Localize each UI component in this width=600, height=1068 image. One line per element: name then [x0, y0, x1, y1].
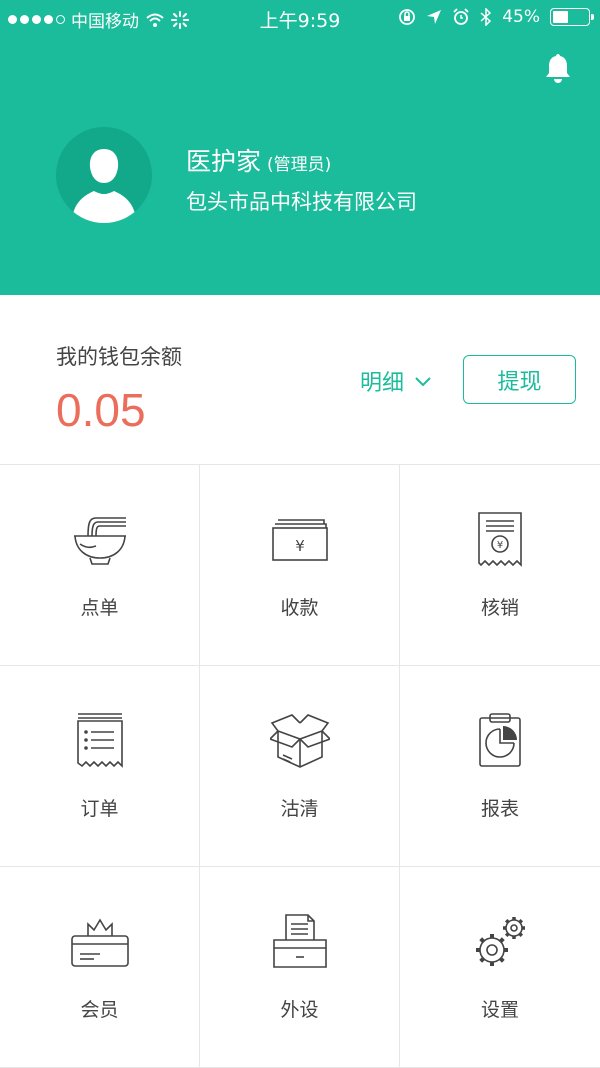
withdraw-button[interactable]: 提现 [463, 355, 576, 404]
chevron-down-icon [415, 377, 431, 387]
status-bar: 中国移动 上午9:59 45% [0, 0, 600, 36]
member-card-icon [71, 918, 129, 967]
menu-item-peripherals[interactable]: 外设 [200, 867, 400, 1068]
user-role: (管理员) [267, 155, 332, 175]
menu-item-label: 报表 [480, 798, 519, 820]
menu-item-sold-out[interactable]: 沽清 [200, 666, 400, 867]
printer-icon [273, 914, 327, 968]
order-list-icon [77, 713, 123, 768]
box-icon [270, 714, 330, 768]
bluetooth-icon [480, 8, 492, 26]
menu-item-label: 点单 [80, 597, 119, 619]
menu-item-order-food[interactable]: 点单 [0, 465, 200, 666]
report-chart-icon [479, 713, 521, 767]
menu-item-label: 会员 [80, 999, 119, 1021]
battery-icon [550, 8, 594, 26]
menu-item-label: 核销 [480, 597, 519, 619]
battery-percent: 45% [502, 7, 540, 27]
svg-text:¥: ¥ [497, 540, 503, 551]
user-name-text: 医护家 [186, 147, 262, 176]
menu-grid: 点单 ¥ 收款 ¥ 核销 订单 沽清 报表 会员 外设 设置 [0, 465, 600, 1068]
detail-label: 明细 [360, 371, 405, 396]
bell-icon[interactable] [543, 52, 573, 84]
menu-item-settings[interactable]: 设置 [400, 867, 600, 1068]
gears-icon [476, 917, 525, 966]
cash-icon: ¥ [272, 519, 328, 561]
noodle-bowl-icon [74, 517, 126, 565]
status-right: 45% [398, 7, 594, 27]
menu-item-label: 订单 [80, 798, 119, 820]
menu-item-verify[interactable]: ¥ 核销 [400, 465, 600, 666]
menu-item-reports[interactable]: 报表 [400, 666, 600, 867]
menu-item-label: 设置 [480, 999, 519, 1021]
menu-item-label: 收款 [280, 597, 319, 619]
profile-header: 中国移动 上午9:59 45% 医护家 (管理员) 包头市品中科技有限公司 [0, 0, 600, 295]
menu-item-orders[interactable]: 订单 [0, 666, 200, 867]
wallet-label: 我的钱包余额 [56, 345, 182, 369]
location-icon [427, 10, 442, 24]
detail-button[interactable]: 明细 [360, 365, 432, 397]
avatar[interactable] [56, 127, 152, 223]
menu-item-collect-payment[interactable]: ¥ 收款 [200, 465, 400, 666]
user-silhouette-icon [72, 149, 136, 223]
rotation-lock-icon [399, 9, 416, 25]
svg-text:¥: ¥ [295, 537, 305, 555]
wallet-amount: 0.05 [56, 384, 146, 436]
alarm-icon [453, 8, 469, 25]
company-name: 包头市品中科技有限公司 [186, 190, 417, 214]
wallet-section: 我的钱包余额 0.05 明细 提现 [0, 295, 600, 465]
battery-level [553, 11, 569, 23]
menu-item-label: 沽清 [280, 798, 319, 820]
menu-item-members[interactable]: 会员 [0, 867, 200, 1068]
receipt-icon: ¥ [478, 512, 522, 567]
user-name: 医护家 (管理员) [186, 142, 331, 178]
menu-item-label: 外设 [280, 999, 319, 1021]
